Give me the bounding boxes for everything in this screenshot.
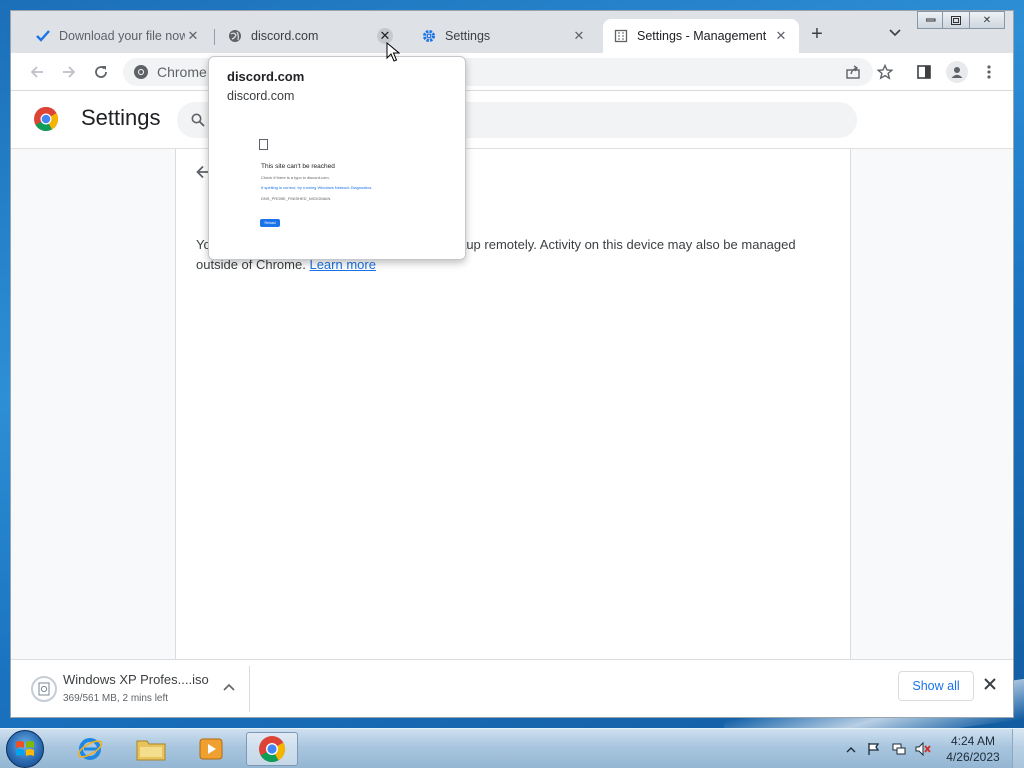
- close-icon: ✕: [982, 14, 992, 26]
- tab-settings[interactable]: Settings ✕: [411, 19, 597, 53]
- preview-line: DNS_PROBE_FINISHED_NXDOMAIN: [261, 196, 331, 201]
- chevron-up-icon: [846, 747, 856, 753]
- taskbar-media-player[interactable]: [185, 732, 237, 766]
- show-desktop-button[interactable]: [1012, 729, 1024, 768]
- share-button[interactable]: [843, 62, 863, 82]
- system-clock[interactable]: 4:24 AM 4/26/2023: [944, 733, 1002, 765]
- chrome-logo-icon: [34, 106, 59, 132]
- search-icon: [191, 113, 205, 127]
- tab-title: Settings: [445, 29, 491, 43]
- taskbar-chrome[interactable]: [246, 732, 298, 766]
- menu-button[interactable]: [979, 62, 999, 82]
- site-chip[interactable]: Chrome: [133, 64, 207, 80]
- settings-header: Settings: [11, 91, 1013, 149]
- mouse-cursor-icon: [386, 42, 400, 62]
- download-options-button[interactable]: [223, 680, 235, 694]
- start-button[interactable]: [6, 730, 44, 768]
- side-panel-icon: [917, 65, 931, 79]
- close-icon: [984, 678, 996, 690]
- tab-title: discord.com: [251, 29, 319, 43]
- preview-heading: This site can't be reached: [261, 163, 335, 170]
- chrome-window: Download your file now ✕ discord.com ✕ S…: [10, 10, 1014, 718]
- windows-logo-icon: [16, 741, 34, 756]
- network-icon[interactable]: [891, 742, 907, 756]
- tab-close-icon[interactable]: ✕: [773, 28, 789, 44]
- site-chip-label: Chrome: [157, 64, 207, 80]
- clock-time: 4:24 AM: [950, 734, 996, 748]
- restore-icon: [951, 15, 961, 25]
- show-hidden-icons-button[interactable]: [843, 742, 859, 756]
- star-icon: [877, 64, 893, 80]
- gear-icon: [421, 28, 437, 44]
- show-all-button[interactable]: Show all: [898, 671, 974, 701]
- minimize-icon: [926, 18, 936, 22]
- clock-date: 4/26/2023: [946, 750, 1000, 764]
- arrow-right-icon: [63, 66, 76, 78]
- new-tab-button[interactable]: +: [807, 24, 827, 45]
- tab-separator: [214, 29, 215, 45]
- bookmark-button[interactable]: [875, 62, 895, 82]
- hover-card-preview: This site can't be reached Check if ther…: [209, 117, 465, 259]
- reload-button[interactable]: [91, 62, 111, 82]
- preview-line: If spelling is correct, try running Wind…: [261, 185, 373, 190]
- forward-button[interactable]: [59, 62, 79, 82]
- folder-icon: [136, 740, 166, 761]
- tab-close-icon[interactable]: ✕: [185, 28, 201, 44]
- person-icon: [951, 67, 963, 78]
- tab-close-icon[interactable]: ✕: [571, 28, 587, 44]
- taskbar-internet-explorer[interactable]: [64, 732, 116, 766]
- reload-icon: [95, 66, 107, 78]
- content-area: Yo tup remotely. Activity on this device …: [11, 149, 1013, 659]
- tab-search-button[interactable]: [887, 26, 903, 42]
- tab-discord[interactable]: discord.com ✕: [217, 19, 403, 53]
- media-player-icon: [199, 738, 223, 760]
- tab-title: Settings - Management: [637, 29, 767, 43]
- checkmark-icon: [35, 28, 51, 44]
- hover-card-domain: discord.com: [227, 89, 295, 103]
- file-download-icon: [31, 676, 57, 702]
- building-icon: [613, 28, 629, 44]
- tab-download[interactable]: Download your file now ✕: [25, 19, 211, 53]
- share-icon: [846, 65, 860, 79]
- download-item[interactable]: Windows XP Profes....iso 369/561 MB, 2 m…: [25, 666, 250, 712]
- volume-muted-icon[interactable]: [915, 741, 931, 757]
- chevron-down-icon: [889, 29, 901, 37]
- back-button[interactable]: [27, 62, 47, 82]
- chevron-up-icon: [223, 683, 235, 691]
- tab-settings-management[interactable]: Settings - Management ✕: [603, 19, 799, 53]
- side-panel-button[interactable]: [914, 62, 934, 82]
- download-shelf: Windows XP Profes....iso 369/561 MB, 2 m…: [11, 659, 1013, 717]
- tab-strip: Download your file now ✕ discord.com ✕ S…: [11, 11, 1013, 53]
- internet-explorer-icon: [77, 738, 103, 760]
- chrome-icon: [134, 65, 148, 79]
- browser-toolbar: Chrome: [11, 53, 1013, 91]
- download-filename: Windows XP Profes....iso: [63, 672, 209, 687]
- taskbar-file-explorer[interactable]: [125, 732, 177, 766]
- action-center-flag-icon[interactable]: [866, 742, 882, 756]
- arrow-left-icon: [30, 66, 43, 78]
- more-vert-icon: [987, 65, 991, 79]
- management-text-mid: tup remotely. Activity on this device ma…: [462, 237, 796, 252]
- download-status: 369/561 MB, 2 mins left: [63, 693, 169, 704]
- hover-card-title: discord.com: [227, 69, 305, 84]
- globe-icon: [227, 28, 243, 44]
- chrome-icon: [259, 736, 286, 763]
- sad-page-icon: [259, 139, 268, 150]
- tab-title: Download your file now: [59, 29, 185, 43]
- tab-hover-card: discord.com discord.com This site can't …: [208, 56, 466, 260]
- page-title: Settings: [81, 105, 161, 130]
- taskbar: 4:24 AM 4/26/2023: [0, 728, 1024, 768]
- minimize-button[interactable]: [917, 11, 945, 29]
- close-window-button[interactable]: ✕: [969, 11, 1005, 29]
- close-shelf-button[interactable]: [984, 677, 996, 695]
- restore-button[interactable]: [942, 11, 970, 29]
- profile-avatar[interactable]: [946, 61, 968, 83]
- preview-line: Check if there is a typo in discord.com.: [261, 175, 330, 180]
- preview-reload-button: Reload: [260, 219, 280, 227]
